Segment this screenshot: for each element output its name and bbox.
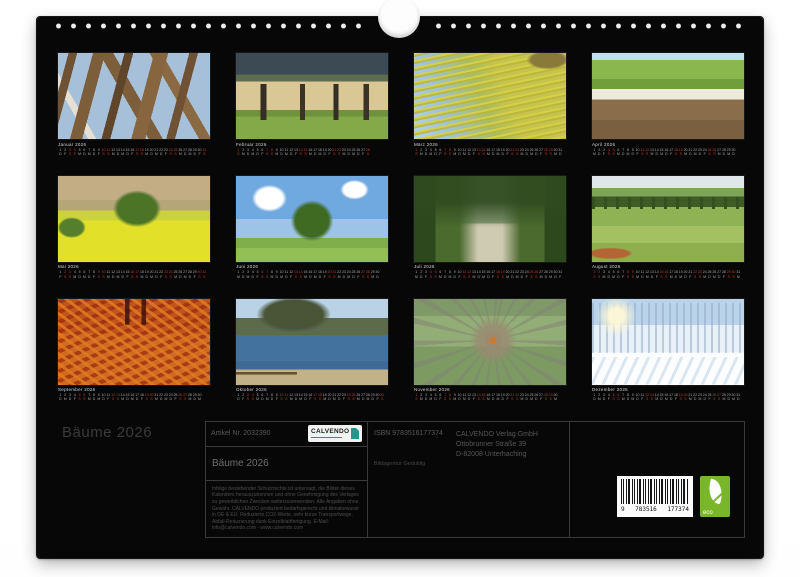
month-label: April 2026 [592,142,744,147]
month-photo-nov [414,299,566,385]
month-mini-calendar: 1M2D3M4D5F6S7S8M9D10M11D12F13S14S15M16D1… [236,270,388,278]
month-cell: Mai 2026 1F2S3S4M5D6M7D8F9S10S11M12D13M1… [58,176,210,279]
month-cell: Juni 2026 1M2D3M4D5F6S7S8M9D10M11D12F13S… [236,176,388,279]
month-cell: August 2026 1S2S3M4D5M6D7F8S9S10M11D12M1… [592,176,744,279]
publisher-city: D-82008 Unterhaching [456,450,538,460]
calvendo-logo-text: CALVENDO [311,429,349,436]
month-cell: Februar 2026 1S2M3D4M5D6F7S8S9M10D11M12D… [236,53,388,156]
ean-barcode: 9 783516 177374 [617,476,693,517]
calendar-title: Bäume 2026 [62,424,152,441]
month-photo-jul [414,176,566,262]
month-mini-calendar: 1S2M3D4M5D6F7S8S9M10D11M12D13F14S15S16M1… [414,393,566,401]
eco-logo: eco [700,476,730,517]
info-column-middle: ISBN 9783516177374 Bildagentur Geduldig … [367,422,569,537]
month-cell: Juli 2026 1M2D3F4S5S6M7D8M9D10F11S12S13M… [414,176,566,279]
month-label: Dezember 2026 [592,387,744,392]
article-number: Artikel Nr. 2032390 [211,430,271,437]
calvendo-logo-tagline-bar [311,437,342,439]
month-photo-jun [236,176,388,262]
spiral-binding-holes-right [429,22,751,30]
month-label: Juni 2026 [236,264,388,269]
month-mini-calendar: 1S2M3D4M5D6F7S8S9M10D11M12D13F14S15S16M1… [236,148,388,156]
calvendo-book-icon [351,428,359,439]
month-mini-calendar: 1S2M3D4M5D6F7S8S9M10D11M12D13F14S15S16M1… [414,148,566,156]
month-label: Februar 2026 [236,142,388,147]
month-photo-dez [592,299,744,385]
month-label: November 2026 [414,387,566,392]
month-label: Mai 2026 [58,264,210,269]
barcode-digits: 9 783516 177374 [621,506,689,513]
publisher-street: Ottobrunner Straße 39 [456,440,538,450]
eco-label: eco [703,510,713,516]
month-photo-okt [236,299,388,385]
month-photo-mar [414,53,566,139]
month-mini-calendar: 1M2D3F4S5S6M7D8M9D10F11S12S13M14D15M16D1… [414,270,566,278]
month-label: Juli 2026 [414,264,566,269]
hanger-hole [378,0,420,38]
month-photo-sep [58,299,210,385]
info-column-left: Artikel Nr. 2032390 CALVENDO Bäume 2026 … [206,422,367,537]
author-credit: Bildagentur Geduldig [374,461,563,467]
month-photo-apr [592,53,744,139]
product-info-table: Artikel Nr. 2032390 CALVENDO Bäume 2026 … [205,421,745,538]
month-photo-aug [592,176,744,262]
info-column-right: 9 783516 177374 eco [569,422,744,537]
month-label: Januar 2026 [58,142,210,147]
barcode-bars [621,479,689,504]
month-cell: November 2026 1S2M3D4M5D6F7S8S9M10D11M12… [414,299,566,402]
month-label: März 2026 [414,142,566,147]
month-cell: Oktober 2026 1D2F3S4S5M6D7M8D9F10S11S12M… [236,299,388,402]
fine-print: Infolge bestehender Schutzrechte ist unt… [206,481,367,537]
article-number-row: Artikel Nr. 2032390 CALVENDO [206,422,367,447]
month-photo-mai [58,176,210,262]
month-mini-calendar: 1D2M3D4F5S6S7M8D9M10D11F12S13S14M15D16M1… [58,393,210,401]
month-photo-jan [58,53,210,139]
calvendo-logo: CALVENDO [308,425,362,442]
month-cell: April 2026 1M2D3F4S5S6M7D8M9D10F11S12S13… [592,53,744,156]
month-cell: September 2026 1D2M3D4F5S6S7M8D9M10D11F1… [58,299,210,402]
month-label: August 2026 [592,264,744,269]
month-mini-calendar: 1D2M3D4F5S6S7M8D9M10D11F12S13S14M15D16M1… [592,393,744,401]
leaf-icon [705,479,725,505]
month-mini-calendar: 1S2S3M4D5M6D7F8S9S10M11D12M13D14F15S16S1… [592,270,744,278]
calendar-back-photo: Januar 2026 1D2F3S4S5M6D7M8D9F10S11S12M1… [0,0,800,577]
month-cell: Januar 2026 1D2F3S4S5M6D7M8D9F10S11S12M1… [58,53,210,156]
spiral-binding-holes-left [49,22,371,30]
calendar-back-cover: Januar 2026 1D2F3S4S5M6D7M8D9F10S11S12M1… [37,17,763,558]
month-mini-calendar: 1D2F3S4S5M6D7M8D9F10S11S12M13D14M15D16F1… [236,393,388,401]
month-photo-feb [236,53,388,139]
month-mini-calendar: 1M2D3F4S5S6M7D8M9D10F11S12S13M14D15M16D1… [592,148,744,156]
month-label: September 2026 [58,387,210,392]
month-mini-calendar: 1D2F3S4S5M6D7M8D9F10S11S12M13D14M15D16F1… [58,148,210,156]
month-thumbnails-grid: Januar 2026 1D2F3S4S5M6D7M8D9F10S11S12M1… [58,53,748,402]
month-mini-calendar: 1F2S3S4M5D6M7D8F9S10S11M12D13M14D15F16S1… [58,270,210,278]
month-cell: März 2026 1S2M3D4M5D6F7S8S9M10D11M12D13F… [414,53,566,156]
month-label: Oktober 2026 [236,387,388,392]
month-cell: Dezember 2026 1D2M3D4F5S6S7M8D9M10D11F12… [592,299,744,402]
product-title-cell: Bäume 2026 [206,447,367,481]
publisher-name: CALVENDO Verlag GmbH [456,430,538,440]
publisher-address: CALVENDO Verlag GmbH Ottobrunner Straße … [456,430,538,460]
